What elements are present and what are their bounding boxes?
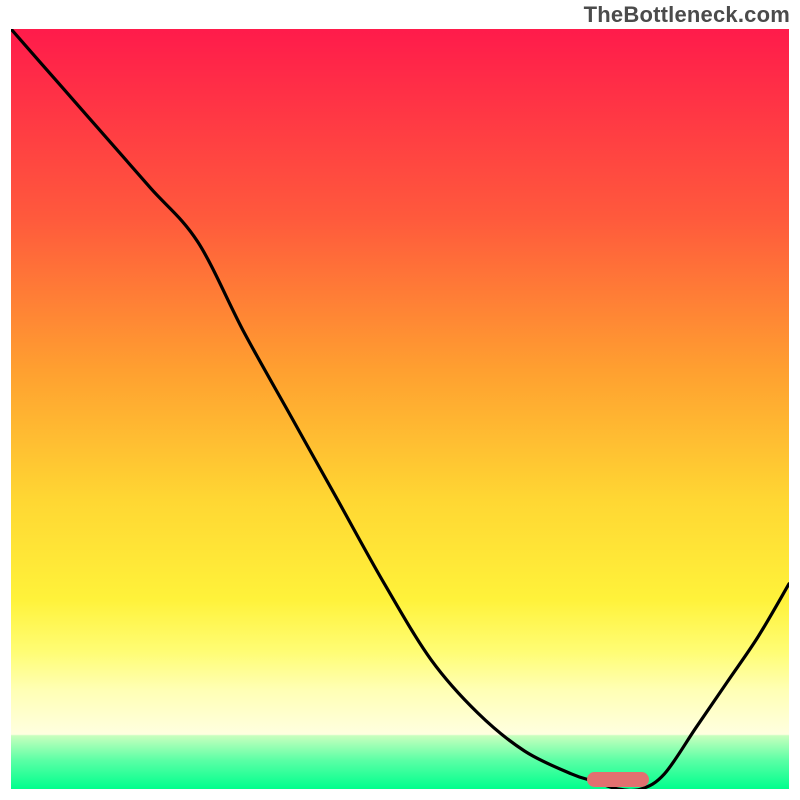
bottleneck-curve	[11, 29, 789, 789]
watermark-source: TheBottleneck.com	[584, 2, 790, 28]
bottleneck-curve-svg	[11, 29, 789, 789]
bottleneck-chart	[11, 29, 789, 789]
optimal-range-marker	[587, 772, 649, 787]
